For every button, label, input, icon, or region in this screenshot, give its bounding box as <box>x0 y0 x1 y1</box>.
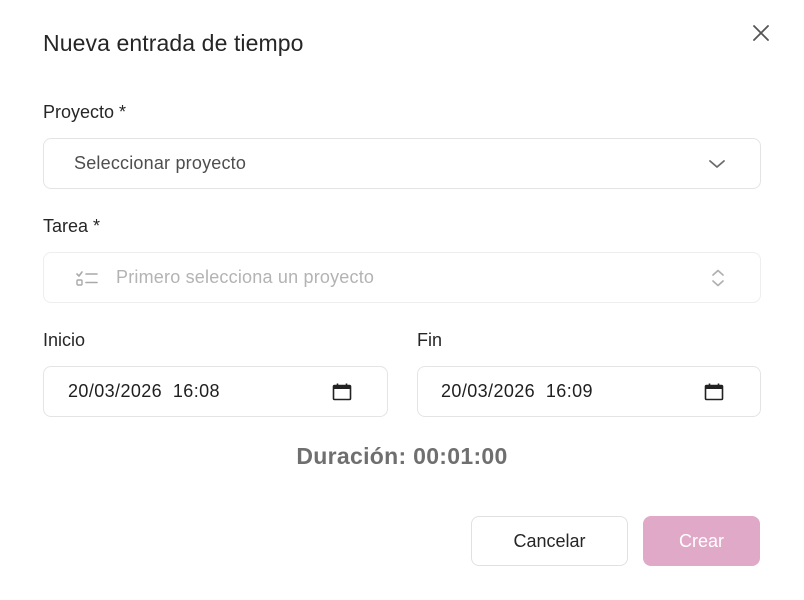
calendar-icon[interactable] <box>332 383 352 401</box>
task-list-icon <box>74 269 100 287</box>
task-select-placeholder: Primero selecciona un proyecto <box>116 267 375 287</box>
chevron-up-down-icon <box>710 268 726 288</box>
duration-readout: Duración: 00:01:00 <box>296 443 508 469</box>
close-button[interactable] <box>748 20 774 46</box>
start-datetime-input[interactable]: 20/03/2026 16:08 <box>43 366 388 417</box>
project-select-value: Seleccionar proyecto <box>74 153 247 173</box>
chevron-down-icon <box>708 159 726 169</box>
new-time-entry-dialog: Nueva entrada de tiempo Proyecto * Selec… <box>0 0 804 600</box>
end-datetime-input[interactable]: 20/03/2026 16:09 <box>417 366 761 417</box>
end-label: Fin <box>417 330 443 350</box>
project-select[interactable]: Seleccionar proyecto <box>43 138 761 189</box>
dialog-title: Nueva entrada de tiempo <box>43 30 304 56</box>
task-select[interactable]: Primero selecciona un proyecto <box>43 252 761 303</box>
end-datetime-value: 20/03/2026 16:09 <box>441 381 593 401</box>
start-datetime-value: 20/03/2026 16:08 <box>68 381 220 401</box>
create-button[interactable]: Crear <box>643 516 760 566</box>
cancel-button[interactable]: Cancelar <box>471 516 628 566</box>
project-label: Proyecto * <box>43 102 127 122</box>
start-label: Inicio <box>43 330 86 350</box>
close-icon <box>753 25 769 41</box>
calendar-icon[interactable] <box>704 383 724 401</box>
task-label: Tarea * <box>43 216 101 236</box>
